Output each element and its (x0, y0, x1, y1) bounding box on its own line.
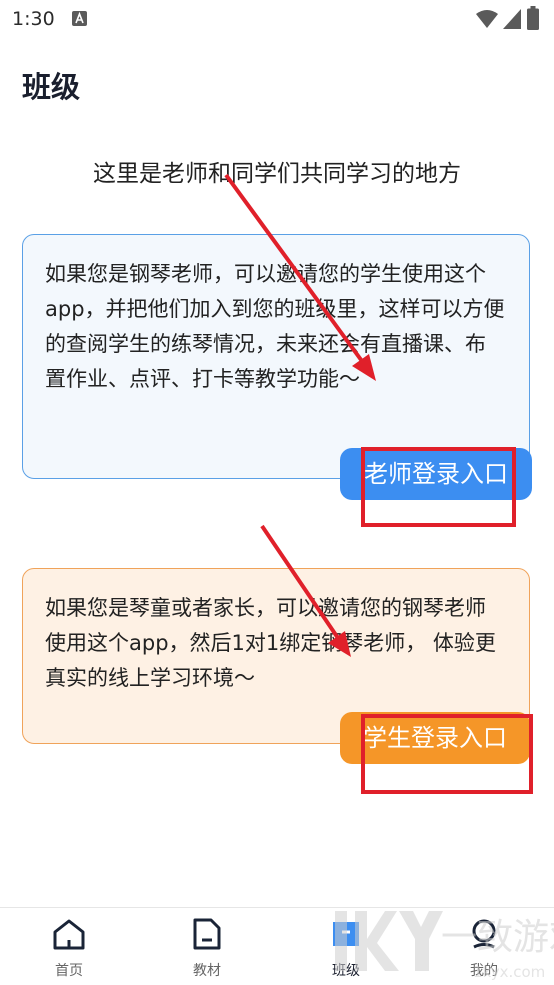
status-bar: 1:30 (0, 0, 554, 40)
annotation-box-teacher (361, 447, 516, 527)
tab-textbook-label: 教材 (193, 963, 221, 979)
wifi-icon (476, 10, 498, 28)
teacher-info-card: 如果您是钢琴老师，可以邀请您的学生使用这个app，并把他们加入到您的班级里，这样… (22, 234, 530, 479)
page-subtitle: 这里是老师和同学们共同学习的地方 (93, 161, 461, 187)
battery-icon (527, 6, 539, 30)
page-title: 班级 (22, 70, 81, 104)
student-card-text: 如果您是琴童或者家长，可以邀请您的钢琴老师使用这个app，然后1对1绑定钢琴老师… (45, 596, 496, 690)
notification-a-icon (72, 11, 87, 26)
teacher-card-text: 如果您是钢琴老师，可以邀请您的学生使用这个app，并把他们加入到您的班级里，这样… (45, 262, 505, 391)
watermark-logo: 一致游戏网 1kyx.com (335, 911, 554, 981)
home-icon (53, 919, 85, 950)
tab-textbook[interactable]: 教材 (152, 908, 262, 985)
tab-home[interactable]: 首页 (14, 908, 124, 985)
svg-text:1kyx.com: 1kyx.com (473, 963, 545, 981)
status-time: 1:30 (12, 8, 55, 30)
signal-icon (503, 9, 521, 29)
tab-home-label: 首页 (55, 963, 83, 979)
annotation-box-student (361, 714, 533, 794)
svg-text:一致游戏网: 一致游戏网 (441, 917, 554, 958)
book-icon (193, 918, 221, 950)
